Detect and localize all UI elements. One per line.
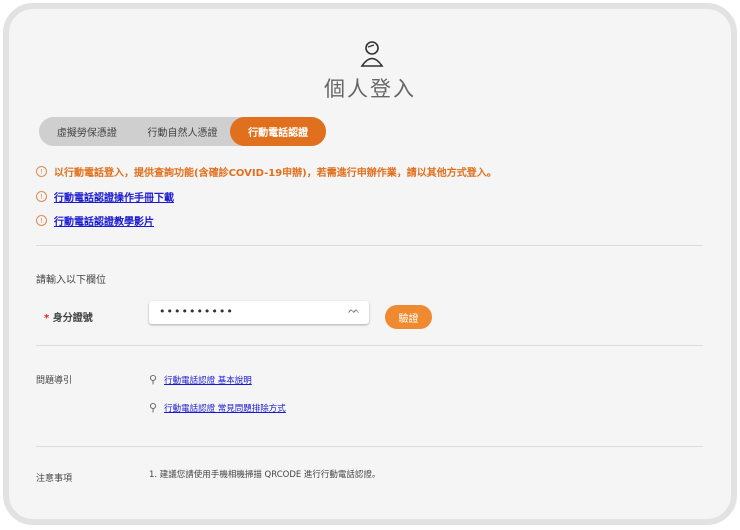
page-title: 個人登入 xyxy=(324,77,416,101)
divider xyxy=(36,345,703,346)
manual-notice: ! 行動電話認證操作手冊下載 xyxy=(36,189,174,204)
warning-text: 以行動電話登入，提供查詢功能(含確診COVID-19申辦)，若需進行申辦作業，請… xyxy=(54,168,497,179)
user-icon xyxy=(360,41,384,67)
login-method-tabs: 虛擬勞保憑證 行動自然人憑證 行動電話認證 xyxy=(39,117,327,146)
tab-mobile-phone-auth[interactable]: 行動電話認證 xyxy=(230,117,327,146)
note-item: 1. 建議您請使用手機相機掃描 QRCODE 進行行動電話認證。 xyxy=(149,470,381,480)
help-link-faq[interactable]: 行動電話認證 常見問題排除方式 xyxy=(164,402,286,414)
info-icon: ! xyxy=(36,166,47,177)
eye-closed-icon[interactable]: ᨓ xyxy=(348,305,361,316)
required-mark: * xyxy=(44,313,50,324)
tab-virtual-labor-cert[interactable]: 虛擬勞保憑證 xyxy=(39,117,135,146)
tutorial-video-link[interactable]: 行動電話認證教學影片 xyxy=(54,213,154,228)
form-section-title: 請輸入以下欄位 xyxy=(36,275,106,286)
video-notice: ! 行動電話認證教學影片 xyxy=(36,213,154,228)
help-link-item: ⚲ 行動電話認證 常見問題排除方式 xyxy=(149,401,286,414)
help-link-item: ⚲ 行動電話認證 基本說明 xyxy=(149,373,252,386)
id-label: * 身分證號 xyxy=(44,309,93,324)
help-link-basic[interactable]: 行動電話認證 基本說明 xyxy=(164,374,252,386)
window-frame: 個人登入 虛擬勞保憑證 行動自然人憑證 行動電話認證 ! 以行動電話登入，提供查… xyxy=(3,3,737,525)
info-icon: ! xyxy=(36,215,47,226)
login-content: 個人登入 虛擬勞保憑證 行動自然人憑證 行動電話認證 ! 以行動電話登入，提供查… xyxy=(9,9,731,485)
key-icon: ⚲ xyxy=(149,373,158,386)
id-number-value: •••••••••• xyxy=(159,305,234,318)
warning-notice: ! 以行動電話登入，提供查詢功能(含確診COVID-19申辦)，若需進行申辦作業… xyxy=(36,164,497,179)
tab-mobile-citizen-cert[interactable]: 行動自然人憑證 xyxy=(135,117,231,146)
id-number-input[interactable]: •••••••••• ᨓ xyxy=(149,301,369,324)
verify-button[interactable]: 驗證 xyxy=(385,305,432,329)
divider xyxy=(36,245,703,246)
key-icon: ⚲ xyxy=(149,401,158,414)
info-icon: ! xyxy=(36,191,47,202)
manual-download-link[interactable]: 行動電話認證操作手冊下載 xyxy=(54,189,174,204)
help-label: 問題導引 xyxy=(36,376,73,386)
id-label-text: 身分證號 xyxy=(52,313,93,324)
notes-label: 注意事項 xyxy=(36,474,73,484)
divider xyxy=(36,446,703,447)
